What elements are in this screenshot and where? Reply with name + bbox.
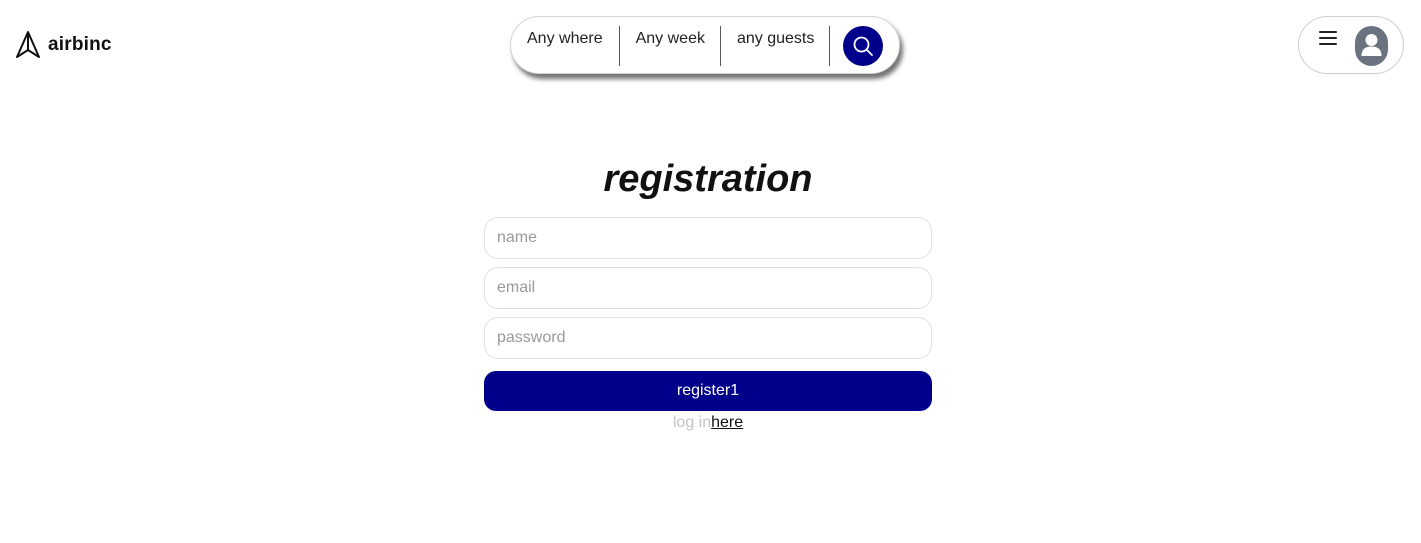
page-title: registration bbox=[603, 158, 813, 200]
search-bar: Any where Any week any guests bbox=[510, 16, 900, 74]
brand-name: airbinc bbox=[48, 34, 112, 55]
login-prefix: log in bbox=[672, 414, 712, 431]
search-button[interactable] bbox=[843, 26, 883, 66]
email-field[interactable] bbox=[484, 267, 932, 309]
search-week[interactable]: Any week bbox=[620, 26, 721, 66]
name-field[interactable] bbox=[484, 217, 932, 259]
search-guests[interactable]: any guests bbox=[721, 26, 831, 66]
brand-logo[interactable]: airbinc bbox=[14, 30, 112, 60]
register-button[interactable]: register1 bbox=[484, 371, 932, 411]
user-menu-button[interactable] bbox=[1298, 16, 1404, 74]
user-icon bbox=[1355, 26, 1388, 66]
login-prompt: log inhere bbox=[0, 414, 1416, 432]
paper-plane-icon bbox=[14, 30, 42, 60]
search-icon bbox=[852, 35, 874, 57]
login-link[interactable]: here bbox=[711, 414, 743, 431]
search-where[interactable]: Any where bbox=[511, 26, 620, 66]
page: airbinc Any where Any week any guests re… bbox=[0, 0, 1421, 543]
password-field[interactable] bbox=[484, 317, 932, 359]
hamburger-icon bbox=[1319, 31, 1337, 45]
